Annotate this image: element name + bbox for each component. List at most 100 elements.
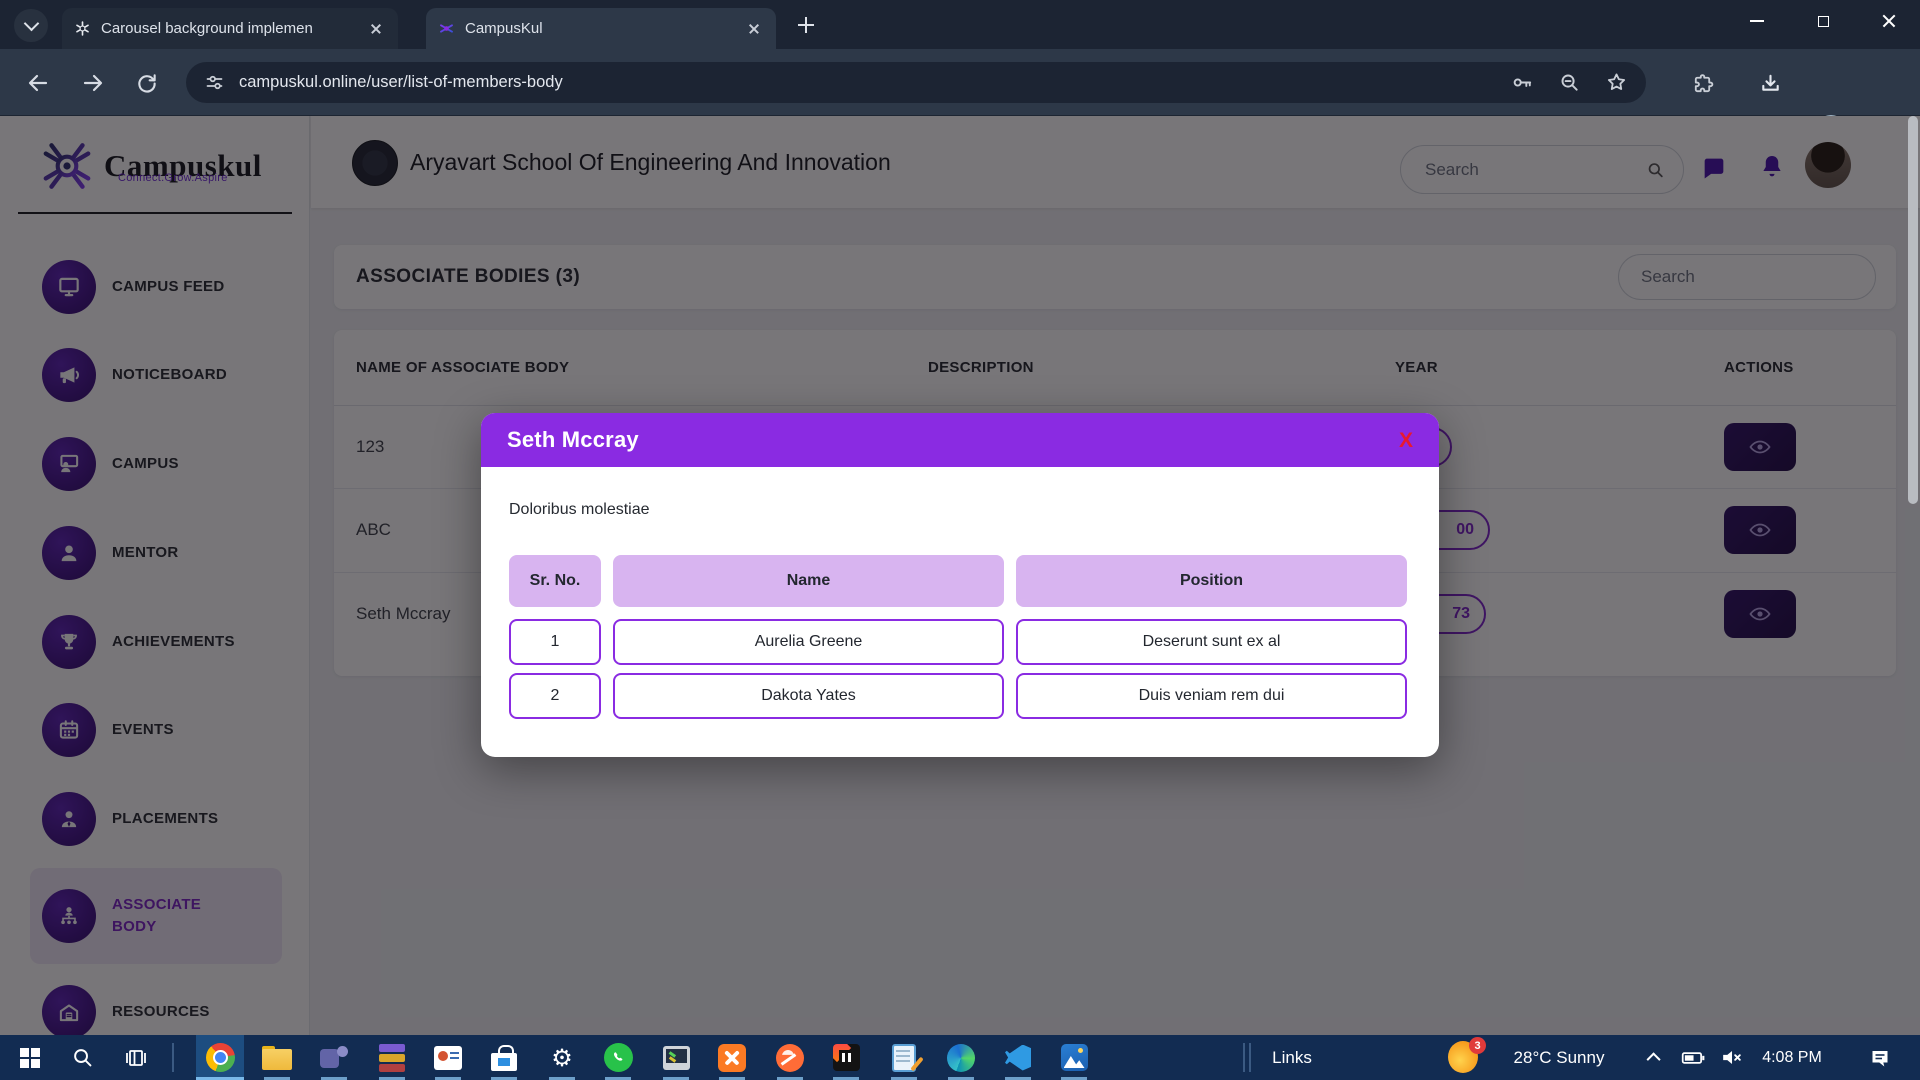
web-page-viewport: Campuskul Connect.Grow.Aspire CAMPUS FEE…: [0, 116, 1920, 1035]
tab-carousel[interactable]: Carousel background implemen: [62, 8, 398, 49]
taskbar-teams[interactable]: [310, 1035, 358, 1080]
new-tab-button[interactable]: [794, 13, 818, 37]
action-center-button[interactable]: [1856, 1035, 1904, 1080]
weather-text[interactable]: 28°C Sunny: [1494, 1035, 1624, 1080]
taskbar-terminal[interactable]: [652, 1035, 700, 1080]
password-key-icon[interactable]: [1511, 71, 1534, 94]
taskbar-separator: [172, 1043, 174, 1072]
task-view-icon: [124, 1046, 148, 1070]
taskbar-weather-button[interactable]: 3: [1448, 1041, 1482, 1075]
chrome-icon: [206, 1043, 235, 1072]
whatsapp-icon: [604, 1043, 633, 1072]
gear-icon: ⚙: [551, 1046, 573, 1070]
task-view-button[interactable]: [112, 1035, 160, 1080]
taskbar-winrar[interactable]: [368, 1035, 416, 1080]
members-column-srno: Sr. No.: [509, 555, 601, 607]
site-settings-icon: [204, 72, 225, 93]
puzzle-icon: [1691, 72, 1714, 95]
taskbar-file-explorer[interactable]: [253, 1035, 301, 1080]
members-column-name: Name: [613, 555, 1004, 607]
battery-indicator[interactable]: [1676, 1035, 1710, 1080]
speaker-muted-icon: [1719, 1045, 1744, 1070]
powerpoint-icon: [434, 1046, 462, 1070]
taskbar-settings[interactable]: ⚙: [538, 1035, 586, 1080]
page-scrollbar[interactable]: [1908, 116, 1918, 504]
chatgpt-icon: [74, 20, 91, 37]
reload-button[interactable]: [128, 65, 164, 101]
member-name: Aurelia Greene: [613, 619, 1004, 665]
window-minimize-button[interactable]: [1734, 0, 1780, 42]
back-arrow-icon: [26, 71, 50, 95]
file-explorer-icon: [262, 1046, 292, 1070]
zoom-out-icon[interactable]: [1558, 71, 1581, 94]
taskbar-separator: [1249, 1043, 1251, 1072]
taskbar-photos[interactable]: [1050, 1035, 1098, 1080]
tab-close-icon[interactable]: [744, 19, 764, 39]
clock[interactable]: 4:08 PM: [1752, 1035, 1832, 1080]
taskbar-separator: [1243, 1043, 1245, 1072]
taskbar-xampp[interactable]: [708, 1035, 756, 1080]
campuskul-favicon: [438, 20, 455, 37]
edge-icon: [947, 1044, 975, 1072]
tray-expand-button[interactable]: [1640, 1035, 1670, 1080]
bookmark-star-icon[interactable]: [1605, 71, 1628, 94]
taskbar-vscode[interactable]: [994, 1035, 1042, 1080]
xampp-icon: [718, 1044, 746, 1072]
modal-header: Seth Mccray X: [481, 413, 1439, 467]
notepad-icon: [892, 1044, 916, 1072]
member-srno: 1: [509, 619, 601, 665]
windows-taskbar: ⚙ Links 3 28°C Sunny 4:08 PM: [0, 1035, 1920, 1080]
member-position: Duis veniam rem dui: [1016, 673, 1407, 719]
tab-search-button[interactable]: [14, 9, 48, 42]
taskbar-postman[interactable]: [766, 1035, 814, 1080]
member-srno: 2: [509, 673, 601, 719]
photos-icon: [1061, 1044, 1088, 1071]
member-details-modal: Seth Mccray X Doloribus molestiae Sr. No…: [481, 413, 1439, 757]
url-text: campuskul.online/user/list-of-members-bo…: [239, 73, 1487, 92]
modal-description: Doloribus molestiae: [509, 501, 650, 519]
download-icon: [1759, 72, 1782, 95]
modal-title: Seth Mccray: [507, 427, 1399, 453]
taskbar-powerpoint[interactable]: [424, 1035, 472, 1080]
address-bar[interactable]: campuskul.online/user/list-of-members-bo…: [186, 62, 1646, 103]
search-icon: [71, 1046, 94, 1069]
weather-alert-badge: 3: [1469, 1037, 1486, 1054]
browser-tabstrip: Carousel background implemen CampusKul: [0, 0, 1920, 49]
members-column-position: Position: [1016, 555, 1407, 607]
forward-arrow-icon: [81, 71, 105, 95]
terminal-icon: [663, 1046, 690, 1070]
modal-close-button[interactable]: X: [1399, 430, 1413, 451]
chevron-down-icon: [23, 15, 39, 31]
battery-icon: [1680, 1045, 1706, 1071]
windows-logo-icon: [20, 1048, 40, 1068]
taskbar-ms-store[interactable]: [480, 1035, 528, 1080]
links-toolbar[interactable]: Links: [1262, 1035, 1322, 1080]
forward-button[interactable]: [75, 65, 111, 101]
volume-muted-indicator[interactable]: [1714, 1035, 1748, 1080]
vscode-icon: [1005, 1045, 1031, 1071]
back-button[interactable]: [20, 65, 56, 101]
taskbar-edge[interactable]: [937, 1035, 985, 1080]
taskbar-intellij[interactable]: [822, 1035, 870, 1080]
tab-campuskul[interactable]: CampusKul: [426, 8, 776, 49]
intellij-icon: [833, 1044, 860, 1071]
window-restore-button[interactable]: [1800, 0, 1846, 42]
taskbar-notepad[interactable]: [880, 1035, 928, 1080]
taskbar-search-button[interactable]: [58, 1035, 106, 1080]
taskbar-chrome[interactable]: [196, 1035, 244, 1080]
chevron-up-icon: [1647, 1052, 1661, 1066]
member-name: Dakota Yates: [613, 673, 1004, 719]
teams-icon: [320, 1044, 348, 1072]
taskbar-whatsapp[interactable]: [594, 1035, 642, 1080]
extensions-button[interactable]: [1684, 65, 1720, 101]
tab-title: Carousel background implemen: [101, 20, 366, 37]
start-button[interactable]: [6, 1035, 54, 1080]
window-close-button[interactable]: [1866, 0, 1912, 42]
winrar-icon: [379, 1044, 405, 1072]
downloads-button[interactable]: [1752, 65, 1788, 101]
postman-icon: [776, 1044, 804, 1072]
tab-title: CampusKul: [465, 20, 744, 37]
browser-toolbar: campuskul.online/user/list-of-members-bo…: [0, 49, 1920, 116]
ms-store-icon: [491, 1045, 517, 1071]
tab-close-icon[interactable]: [366, 19, 386, 39]
